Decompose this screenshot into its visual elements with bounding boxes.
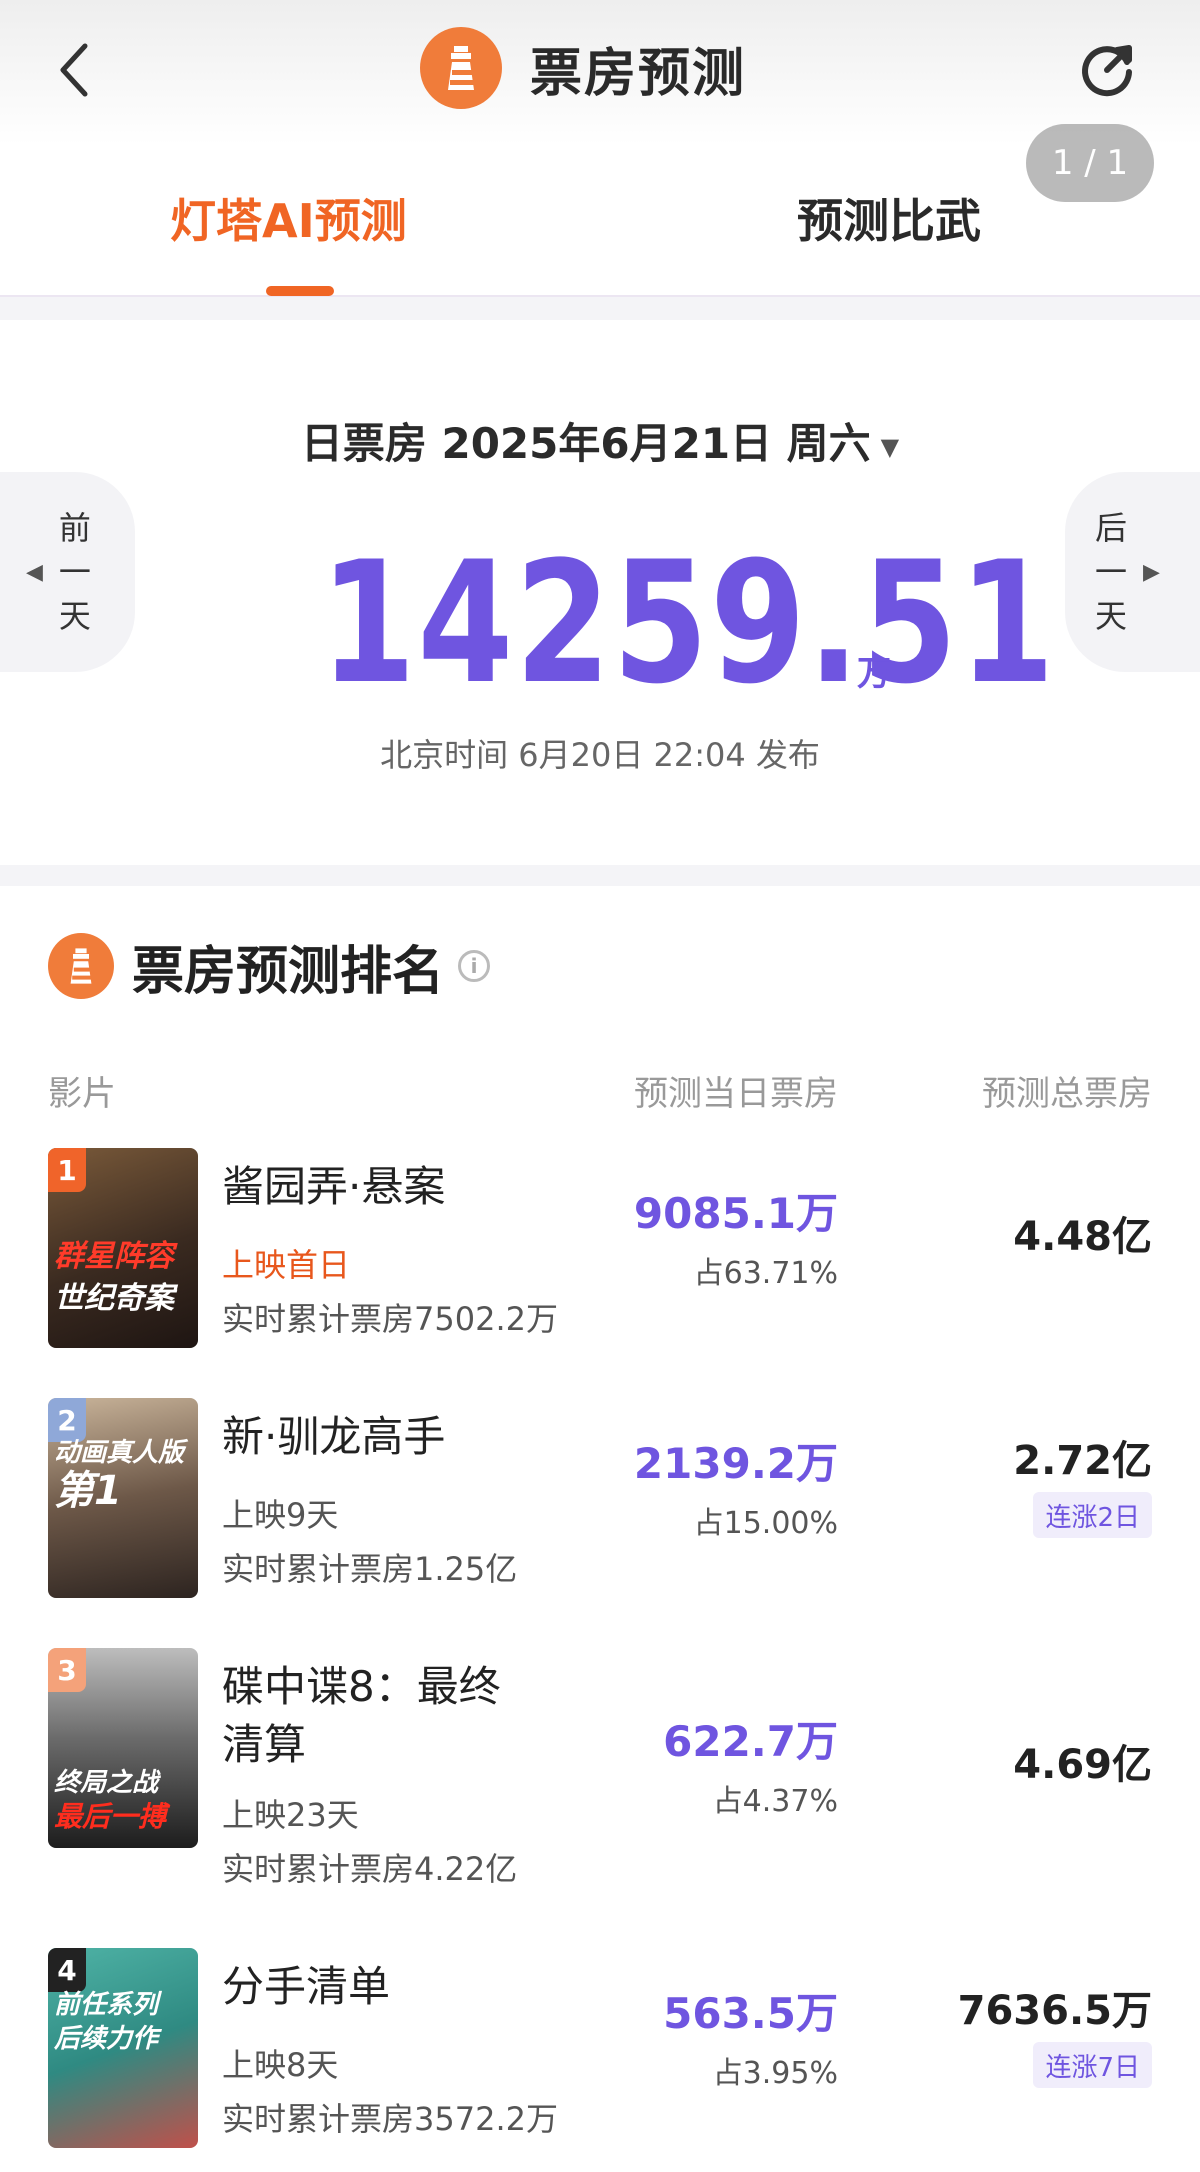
page-indicator-badge: 1 / 1 — [1026, 124, 1154, 202]
box-office-forecast-page: 票房预测 1 / 1 灯塔AI预测 预测比武 日票房 2025年6月21日 周六… — [0, 0, 1200, 2172]
film-title: 分手清单 — [222, 1962, 391, 2011]
refresh-button[interactable] — [1075, 36, 1141, 102]
refresh-icon — [1082, 45, 1132, 97]
poster-tagline: 后续力作 — [54, 2024, 159, 2054]
right-triangle-icon: ▶ — [1143, 559, 1160, 585]
date-selector[interactable]: 日票房 2025年6月21日 周六 ▼ — [0, 410, 1200, 471]
film-row[interactable]: 2 动画真人版 第1 新·驯龙高手 上映9天 实时累计票房1.25亿 2139.… — [0, 1398, 1200, 1618]
day-forecast-value: 9085.1万 — [633, 1189, 838, 1238]
date-label: 日票房 2025年6月21日 周六 — [300, 419, 871, 468]
film-row[interactable]: 4 前任系列 后续力作 分手清单 上映8天 实时累计票房3572.2万 563.… — [0, 1948, 1200, 2168]
rank-badge: 4 — [48, 1948, 86, 1992]
poster-tagline: 最后一搏 — [54, 1800, 167, 1833]
total-forecast-value: 14259.51 — [320, 525, 1057, 721]
forecast-ranking-section: 票房预测排名 i 影片 预测当日票房 预测总票房 1 群星阵容 世纪奇案 酱园弄… — [0, 886, 1200, 2172]
prev-day-button[interactable]: ◀ 前 一 天 — [0, 472, 135, 672]
total-forecast-unit: 万 — [857, 654, 891, 694]
ranking-header: 票房预测排名 i — [48, 926, 491, 1006]
tab-bar: 灯塔AI预测 预测比武 — [0, 145, 1200, 297]
poster-tagline: 动画真人版 — [54, 1438, 185, 1468]
page-title: 票房预测 — [530, 43, 747, 104]
lighthouse-logo-icon — [48, 933, 114, 999]
info-icon[interactable]: i — [458, 950, 491, 982]
column-header-total-forecast: 预测总票房 — [982, 1074, 1152, 1114]
cumulative-box-office: 实时累计票房4.22亿 — [222, 1850, 518, 1888]
day-forecast-share: 占4.37% — [712, 1784, 838, 1819]
day-forecast-value: 563.5万 — [663, 1989, 838, 2038]
release-status: 上映首日 — [222, 1246, 351, 1284]
film-poster: 4 前任系列 后续力作 — [48, 1948, 198, 2148]
column-header-film: 影片 — [48, 1074, 116, 1114]
back-button[interactable] — [50, 38, 98, 102]
release-status: 上映8天 — [222, 2046, 339, 2084]
poster-tagline: 群星阵容 — [54, 1239, 174, 1274]
poster-tagline: 前任系列 — [54, 1990, 159, 2020]
day-forecast-share: 占15.00% — [693, 1506, 838, 1541]
day-forecast-value: 622.7万 — [663, 1717, 838, 1766]
cumulative-box-office: 实时累计票房1.25亿 — [222, 1550, 518, 1588]
rank-badge: 1 — [48, 1148, 86, 1192]
tab-ai-forecast[interactable]: 灯塔AI预测 — [170, 185, 407, 251]
film-title: 碟中谍8：最终清算 — [222, 1662, 501, 1769]
cumulative-box-office: 实时累计票房7502.2万 — [222, 1300, 558, 1338]
poster-tagline: 世纪奇案 — [54, 1281, 174, 1316]
rank-badge: 3 — [48, 1648, 86, 1692]
total-forecast-value: 7636.5万 — [957, 1988, 1152, 2034]
film-poster: 1 群星阵容 世纪奇案 — [48, 1148, 198, 1348]
total-forecast-value: 4.69亿 — [1013, 1742, 1152, 1788]
publish-time: 北京时间 6月20日 22:04 发布 — [380, 736, 820, 774]
tab-forecast-contest[interactable]: 预测比武 — [797, 185, 981, 251]
release-status: 上映23天 — [222, 1796, 359, 1834]
day-forecast-share: 占3.95% — [712, 2056, 838, 2091]
column-header-day-forecast: 预测当日票房 — [634, 1074, 838, 1114]
rising-streak-badge: 连涨7日 — [1033, 2042, 1152, 2088]
lighthouse-logo-icon — [420, 27, 502, 109]
rising-streak-badge: 连涨2日 — [1033, 1492, 1152, 1538]
film-poster: 3 终局之战 最后一搏 — [48, 1648, 198, 1848]
top-bar: 票房预测 — [0, 0, 1200, 145]
dropdown-caret-icon: ▼ — [880, 432, 900, 461]
film-poster: 2 动画真人版 第1 — [48, 1398, 198, 1598]
release-status: 上映9天 — [222, 1496, 339, 1534]
film-row[interactable]: 1 群星阵容 世纪奇案 酱园弄·悬案 上映首日 实时累计票房7502.2万 90… — [0, 1148, 1200, 1368]
daily-forecast-card: 日票房 2025年6月21日 周六 ▼ ◀ 前 一 天 后 一 天 ▶ 14259… — [0, 320, 1200, 865]
film-title: 酱园弄·悬案 — [222, 1162, 446, 1211]
day-forecast-value: 2139.2万 — [633, 1439, 838, 1488]
next-day-button[interactable]: 后 一 天 ▶ — [1065, 472, 1200, 672]
poster-tagline: 终局之战 — [54, 1768, 159, 1798]
ranking-title: 票房预测排名 — [132, 941, 445, 1002]
total-forecast-value: 2.72亿 — [1013, 1438, 1152, 1484]
day-forecast-share: 占63.71% — [693, 1256, 838, 1291]
active-tab-indicator — [266, 286, 334, 296]
back-arrow-icon — [60, 43, 88, 97]
film-title: 新·驯龙高手 — [222, 1412, 446, 1461]
film-row[interactable]: 3 终局之战 最后一搏 碟中谍8：最终清算 上映23天 实时累计票房4.22亿 … — [0, 1648, 1200, 1888]
total-forecast-value: 4.48亿 — [1013, 1214, 1152, 1260]
cumulative-box-office: 实时累计票房3572.2万 — [222, 2100, 558, 2138]
left-triangle-icon: ◀ — [26, 559, 43, 585]
poster-tagline: 第1 — [54, 1468, 122, 1514]
next-day-label: 后 一 天 — [1095, 509, 1128, 635]
prev-day-label: 前 一 天 — [58, 509, 91, 635]
page-title-group: 票房预测 — [420, 26, 746, 110]
